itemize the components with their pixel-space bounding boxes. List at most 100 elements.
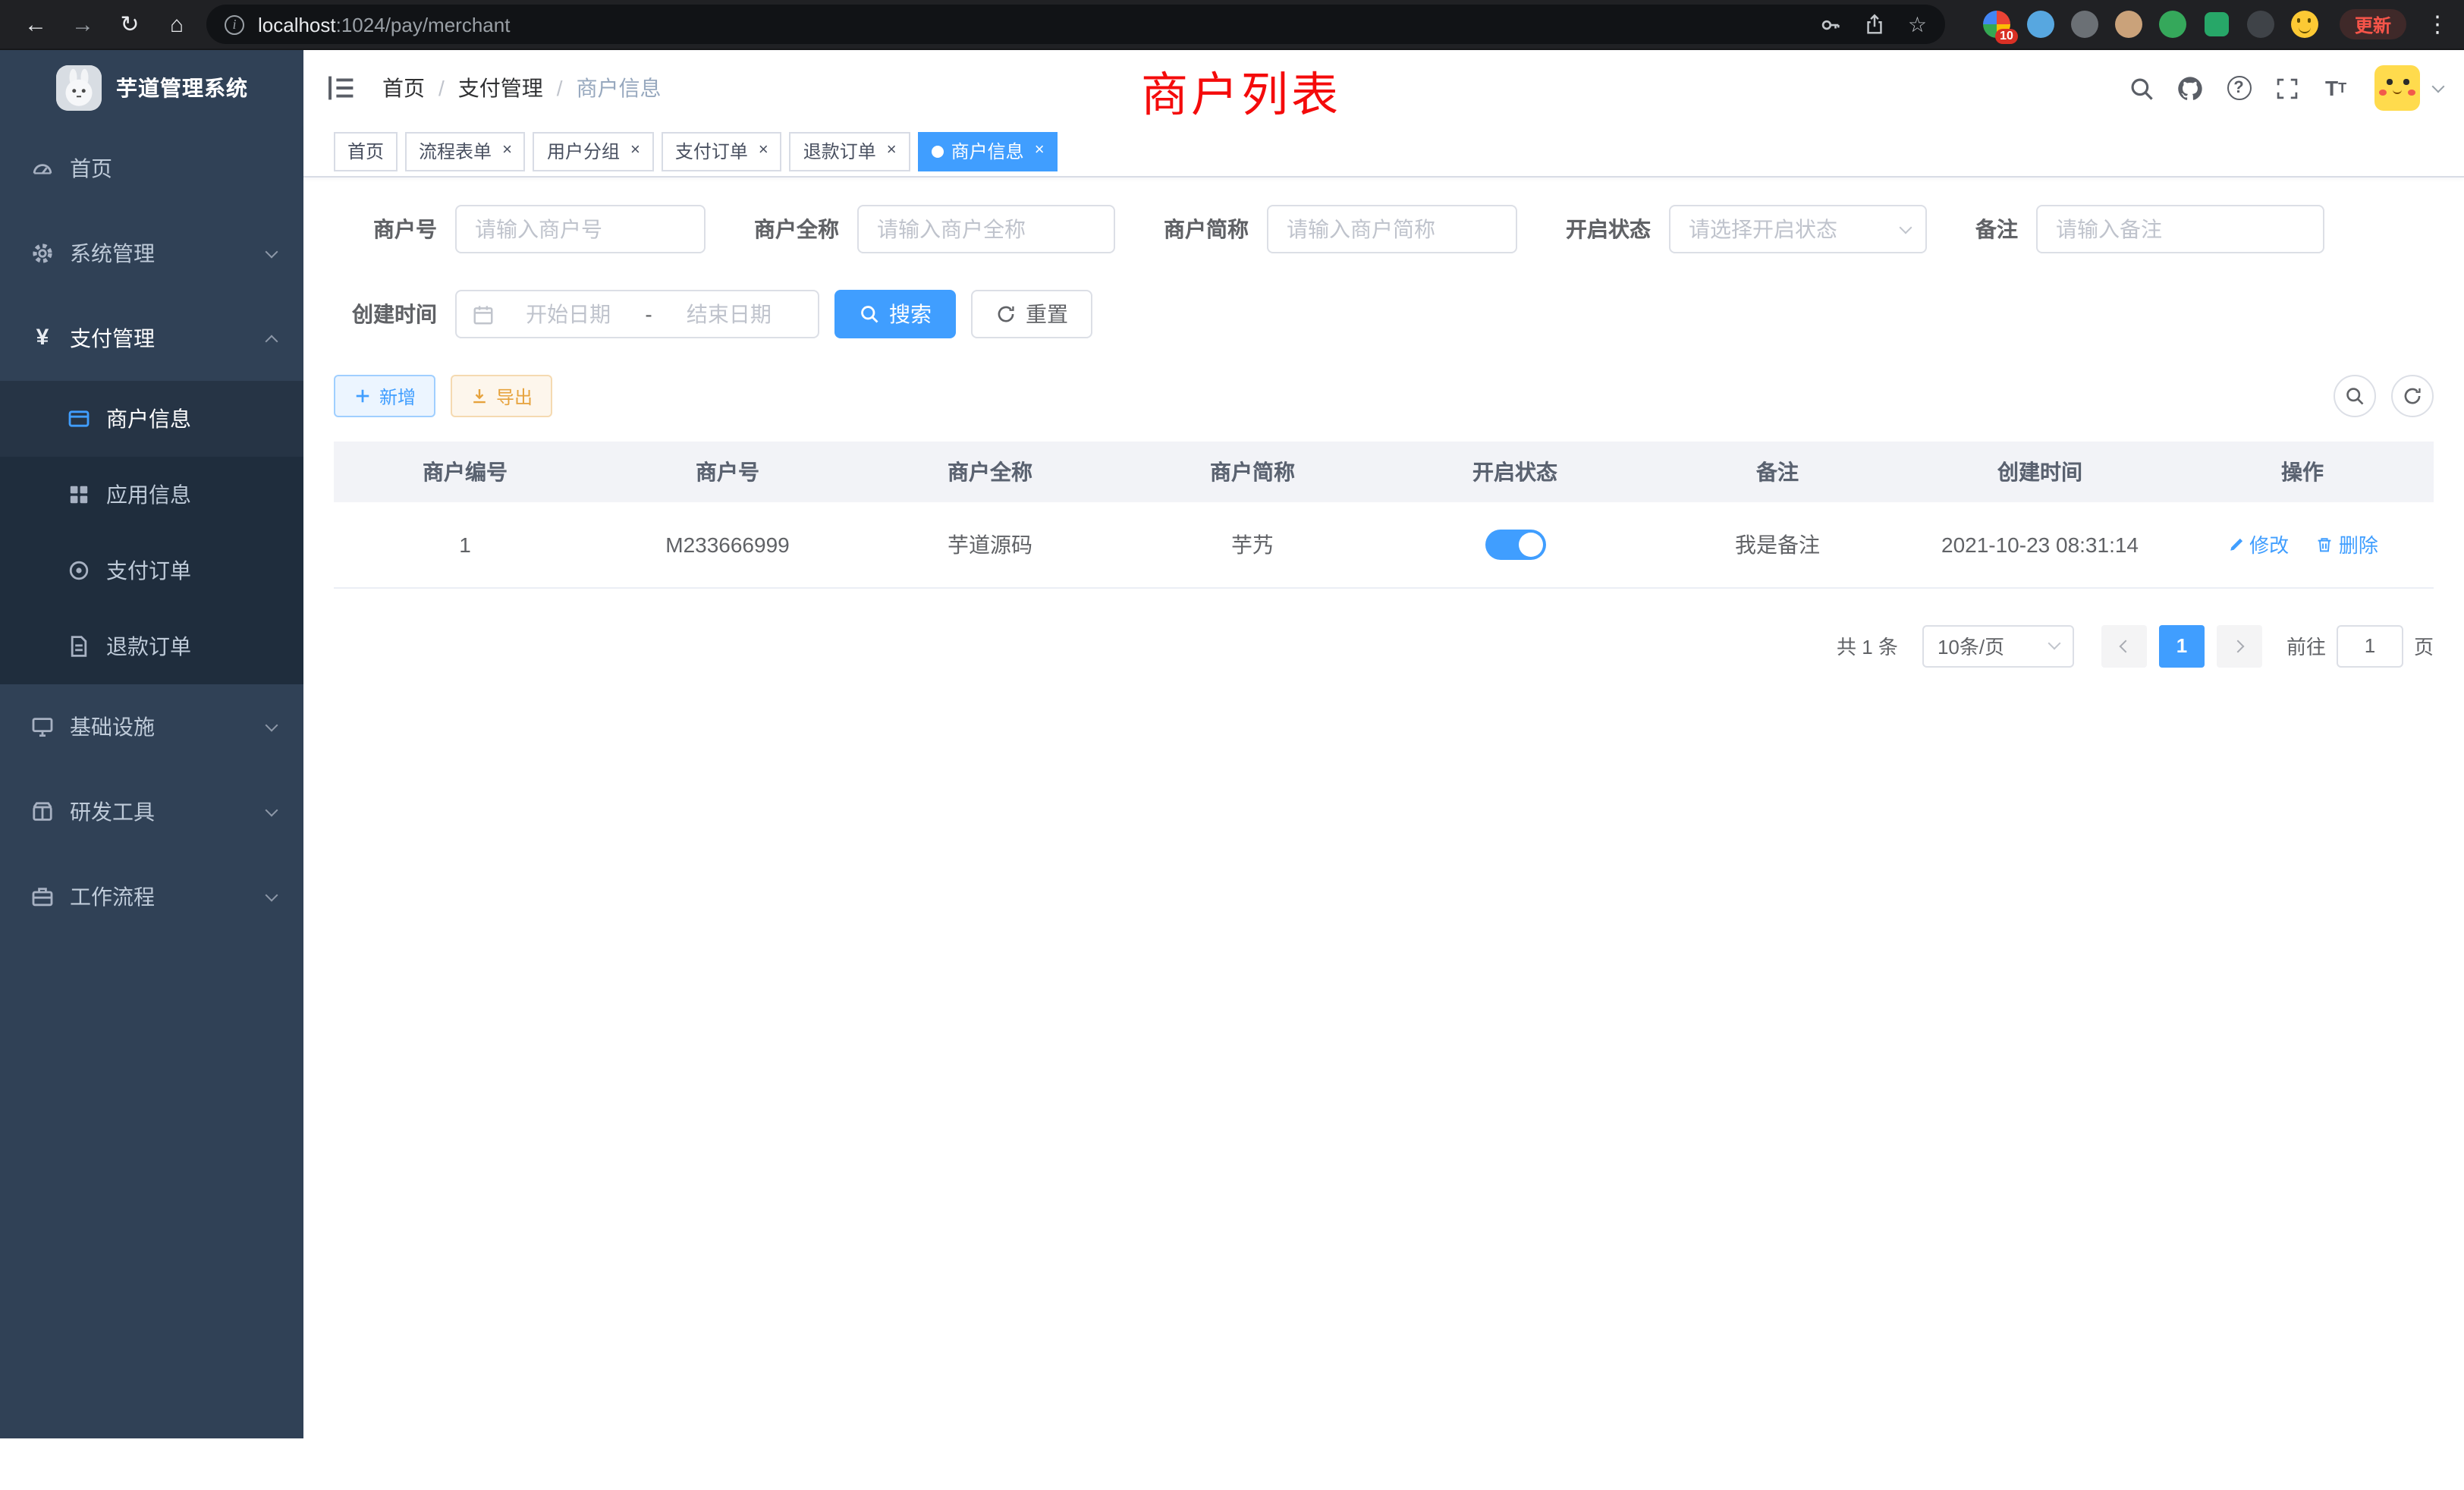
- extension-gray-icon[interactable]: [2070, 9, 2100, 39]
- tag-home[interactable]: 首页: [334, 131, 398, 171]
- browser-menu-icon[interactable]: ⋮: [2426, 13, 2449, 36]
- search-icon[interactable]: [2123, 69, 2161, 107]
- browser-update-button[interactable]: 更新: [2340, 9, 2406, 39]
- top-navbar: 首页 / 支付管理 / 商户信息 商户列表 ?: [303, 50, 2464, 126]
- add-button[interactable]: 新增: [334, 375, 435, 417]
- home-icon[interactable]: ⌂: [156, 5, 197, 44]
- column-header: 商户简称: [1121, 442, 1384, 502]
- merchant-card-icon: [67, 407, 91, 431]
- search-icon: [2344, 385, 2365, 407]
- extension-colorwheel-icon[interactable]: 10: [1982, 9, 2012, 39]
- sidebar-item-infrastructure[interactable]: 基础设施: [0, 684, 303, 769]
- sidebar-item-pay-order[interactable]: 支付订单: [0, 533, 303, 608]
- delete-icon: [2316, 536, 2334, 554]
- close-icon[interactable]: ×: [630, 143, 640, 159]
- edit-icon: [2227, 536, 2245, 554]
- goto-page-input[interactable]: [2337, 624, 2403, 667]
- navbar-actions: ? TT: [2123, 65, 2443, 111]
- column-header: 商户号: [596, 442, 859, 502]
- share-icon[interactable]: [1864, 13, 1887, 36]
- back-icon[interactable]: ←: [15, 5, 56, 44]
- plus-icon: [354, 387, 372, 405]
- status-toggle[interactable]: [1485, 530, 1545, 560]
- sidebar-logo[interactable]: 芋道管理系统: [0, 50, 303, 126]
- tag-process-form[interactable]: 流程表单×: [405, 131, 526, 171]
- sidebar-item-app-info[interactable]: 应用信息: [0, 457, 303, 533]
- pagination-total: 共 1 条: [1837, 631, 1898, 660]
- extension-green-circle-icon[interactable]: [2158, 9, 2188, 39]
- short-name-input[interactable]: [1267, 205, 1517, 253]
- infrastructure-icon: [30, 715, 55, 739]
- chevron-down-icon: [266, 245, 278, 258]
- toolbar-right: [2334, 375, 2434, 417]
- hamburger-icon[interactable]: [325, 71, 358, 105]
- tag-user-group[interactable]: 用户分组×: [533, 131, 654, 171]
- sidebar-item-workflow[interactable]: 工作流程: [0, 854, 303, 939]
- extension-blue-icon[interactable]: [2026, 9, 2056, 39]
- prev-page-button[interactable]: [2101, 624, 2147, 667]
- chevron-left-icon: [2119, 640, 2132, 652]
- extension-smiley-icon[interactable]: [2290, 9, 2320, 39]
- calendar-icon: [472, 303, 495, 325]
- date-range-picker[interactable]: 开始日期 - 结束日期: [455, 290, 819, 338]
- toggle-search-button[interactable]: [2334, 375, 2376, 417]
- key-icon[interactable]: [1820, 13, 1843, 36]
- close-icon[interactable]: ×: [887, 143, 897, 159]
- refresh-icon: [995, 303, 1017, 325]
- extension-dark-icon[interactable]: [2246, 9, 2276, 39]
- edit-button[interactable]: 修改: [2227, 530, 2289, 559]
- extension-green-square-icon[interactable]: [2202, 9, 2232, 39]
- export-button[interactable]: 导出: [451, 375, 552, 417]
- user-avatar[interactable]: [2374, 65, 2420, 111]
- next-page-button[interactable]: [2217, 624, 2262, 667]
- refresh-button[interactable]: [2391, 375, 2434, 417]
- avatar-dropdown-icon[interactable]: [2432, 80, 2445, 93]
- column-header: 备注: [1646, 442, 1909, 502]
- filter-merchant-no: 商户号: [334, 205, 706, 253]
- filter-full-name: 商户全称: [754, 205, 1115, 253]
- sidebar-item-home[interactable]: 首页: [0, 126, 303, 211]
- tag-merchant-info[interactable]: 商户信息×: [918, 131, 1058, 171]
- column-header: 开启状态: [1384, 442, 1646, 502]
- merchant-no-input[interactable]: [455, 205, 706, 253]
- remark-input[interactable]: [2036, 205, 2324, 253]
- rabbit-logo-icon: [55, 65, 101, 111]
- sidebar-item-refund-order[interactable]: 退款订单: [0, 608, 303, 684]
- status-select[interactable]: 请选择开启状态: [1669, 205, 1927, 253]
- delete-button[interactable]: 删除: [2316, 530, 2378, 559]
- bookmark-star-icon[interactable]: ☆: [1908, 14, 1927, 35]
- sidebar-item-devtools[interactable]: 研发工具: [0, 769, 303, 854]
- reload-icon[interactable]: ↻: [109, 5, 150, 44]
- sidebar-item-system[interactable]: 系统管理: [0, 211, 303, 296]
- info-icon[interactable]: i: [225, 14, 244, 34]
- full-name-input[interactable]: [857, 205, 1115, 253]
- extension-avatar-icon[interactable]: [2114, 9, 2144, 39]
- forward-icon[interactable]: →: [62, 5, 103, 44]
- download-icon: [470, 387, 489, 405]
- chevron-down-icon: [2048, 637, 2060, 650]
- page-annotation: 商户列表: [1141, 56, 1341, 124]
- address-bar[interactable]: i localhost:1024/pay/merchant ☆: [206, 5, 1945, 44]
- breadcrumb-payment[interactable]: 支付管理: [458, 73, 543, 103]
- reset-button[interactable]: 重置: [971, 290, 1092, 338]
- pagination-goto: 前往 页: [2286, 624, 2434, 667]
- fullscreen-icon[interactable]: [2268, 69, 2306, 107]
- breadcrumb-home[interactable]: 首页: [382, 73, 425, 103]
- page-size-select[interactable]: 10条/页: [1922, 624, 2074, 667]
- font-size-icon[interactable]: TT: [2317, 69, 2355, 107]
- close-icon[interactable]: ×: [502, 143, 512, 159]
- main-area: 首页 / 支付管理 / 商户信息 商户列表 ?: [303, 50, 2464, 1438]
- search-button[interactable]: 搜索: [834, 290, 956, 338]
- github-icon[interactable]: [2171, 69, 2209, 107]
- page-number-1[interactable]: 1: [2159, 624, 2205, 667]
- workflow-icon: [30, 885, 55, 909]
- sidebar-item-merchant-info[interactable]: 商户信息: [0, 381, 303, 457]
- close-icon[interactable]: ×: [1035, 143, 1045, 159]
- tag-refund-order[interactable]: 退款订单×: [790, 131, 910, 171]
- sidebar-item-payment[interactable]: ¥ 支付管理: [0, 296, 303, 381]
- close-icon[interactable]: ×: [759, 143, 768, 159]
- chevron-down-icon: [1900, 221, 1912, 234]
- breadcrumb-separator: /: [557, 76, 563, 100]
- tag-pay-order[interactable]: 支付订单×: [662, 131, 782, 171]
- help-icon[interactable]: ?: [2220, 69, 2258, 107]
